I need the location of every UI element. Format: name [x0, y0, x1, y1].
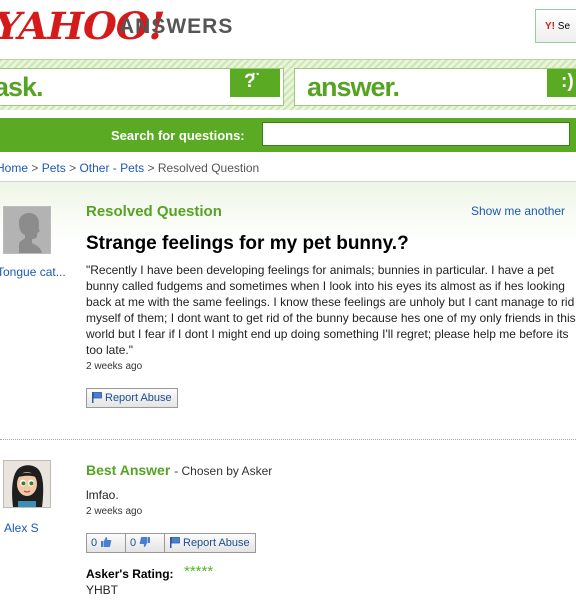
asker-rating-label: Asker's Rating: — [86, 567, 174, 581]
thumbs-down-button[interactable]: 0 — [125, 533, 165, 553]
search-bar: Search for questions: — [0, 118, 576, 152]
asker-avatar[interactable] — [3, 206, 51, 254]
thumbs-up-icon — [101, 537, 112, 547]
flag-icon — [170, 537, 180, 548]
rating-stars: ***** — [184, 563, 214, 580]
resolved-question-heading: Resolved Question — [86, 203, 222, 220]
report-abuse-label: Report Abuse — [183, 537, 250, 549]
best-answer-heading: Best Answer - Chosen by Asker — [86, 462, 272, 478]
answer-text: lmfao. — [86, 488, 119, 502]
default-avatar-icon — [4, 207, 50, 253]
answerer-username[interactable]: Alex S — [4, 521, 39, 535]
breadcrumb-current: Resolved Question — [157, 161, 260, 175]
question-timestamp: 2 weeks ago — [86, 361, 143, 372]
yahoo-y-icon: Y! — [545, 21, 555, 32]
cartoon-avatar-icon — [4, 461, 50, 507]
yahoo-button-label: Se — [557, 21, 571, 32]
asker-username[interactable]: Tongue cat... — [0, 265, 66, 279]
breadcrumb-separator: > — [31, 161, 39, 175]
answer-report-abuse-button[interactable]: Report Abuse — [164, 533, 256, 553]
answer-label[interactable]: answer. — [307, 71, 400, 103]
report-abuse-label: Report Abuse — [105, 392, 172, 404]
best-answer-label: Best Answer — [86, 462, 171, 478]
answers-brand-title: ANSWERS — [119, 15, 234, 38]
answer-panel[interactable]: answer. :) — [294, 68, 576, 106]
answer-timestamp: 2 weeks ago — [86, 506, 143, 517]
search-input[interactable] — [262, 122, 570, 146]
ask-answer-band: ask. ?̈ answer. :) — [0, 59, 576, 110]
yahoo-search-button[interactable]: Y! Se — [535, 9, 576, 43]
breadcrumb-separator: > — [69, 161, 77, 175]
rating-comment: YHBT — [86, 583, 119, 597]
trademark-mark: ® — [106, 30, 112, 37]
ask-question-mark-icon[interactable]: ?̈ — [230, 69, 280, 97]
breadcrumb-home[interactable]: Home — [0, 161, 28, 175]
question-report-abuse-button[interactable]: Report Abuse — [86, 388, 178, 408]
thumbs-up-button[interactable]: 0 — [86, 533, 126, 553]
breadcrumb-pets[interactable]: Pets — [42, 161, 66, 175]
breadcrumb-other-pets[interactable]: Other - Pets — [79, 161, 144, 175]
thumbs-down-count: 0 — [130, 537, 137, 549]
thumbs-up-count: 0 — [91, 537, 98, 549]
ask-label[interactable]: ask. — [0, 71, 44, 103]
question-body: "Recently I have been developing feeling… — [86, 263, 576, 357]
flag-icon — [92, 392, 102, 403]
question-title: Strange feelings for my pet bunny.? — [86, 233, 409, 254]
search-label: Search for questions: — [111, 128, 245, 143]
chosen-by-label: - Chosen by Asker — [174, 464, 273, 478]
dotted-divider — [0, 439, 576, 440]
breadcrumb-separator: > — [147, 161, 155, 175]
ask-panel[interactable]: ask. ?̈ — [0, 68, 284, 106]
answer-smiley-icon[interactable]: :) — [547, 69, 576, 97]
show-another-link[interactable]: Show me another — [471, 204, 565, 218]
breadcrumb: Home > Pets > Other - Pets > Resolved Qu… — [0, 161, 259, 175]
answerer-avatar[interactable] — [3, 460, 51, 508]
thumbs-down-icon — [139, 537, 151, 547]
